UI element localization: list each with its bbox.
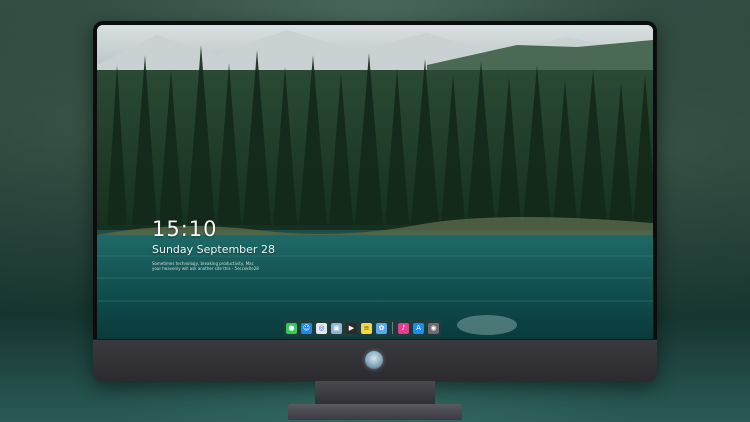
- dock-separator: [392, 322, 393, 334]
- lockscreen-caption: Sometimes technology, breaking productiv…: [152, 261, 272, 271]
- lockscreen-date: Sunday September 28: [152, 243, 275, 256]
- messages-icon[interactable]: ●: [286, 322, 297, 334]
- imac-monitor: 15:10 Sunday September 28 Sometimes tech…: [93, 21, 657, 382]
- finder-icon[interactable]: ☺: [301, 322, 312, 334]
- monitor-stand-base: [288, 404, 462, 420]
- photos-icon[interactable]: ✿: [376, 322, 387, 334]
- itunes-icon[interactable]: ♪: [398, 322, 409, 334]
- desktop-screen[interactable]: 15:10 Sunday September 28 Sometimes tech…: [97, 25, 653, 339]
- monitor-chin: [93, 339, 657, 382]
- preview-icon[interactable]: ▣: [331, 322, 342, 334]
- caption-line-2: your heavenly will ask another site this…: [152, 266, 259, 271]
- safari-icon[interactable]: ◎: [316, 322, 327, 334]
- lockscreen-time: 15:10: [152, 217, 218, 241]
- notes-icon[interactable]: ≡: [361, 322, 372, 334]
- wallpaper: [97, 25, 653, 339]
- brand-logo-icon: [365, 351, 383, 369]
- app-store-icon[interactable]: A: [413, 322, 424, 334]
- final-cut-icon[interactable]: ▶: [346, 322, 357, 334]
- dock: ● ☺ ◎ ▣ ▶ ≡ ✿ ♪ A ◉: [283, 319, 442, 337]
- camera-icon[interactable]: ◉: [428, 322, 439, 334]
- monitor-stand-neck: [315, 381, 435, 405]
